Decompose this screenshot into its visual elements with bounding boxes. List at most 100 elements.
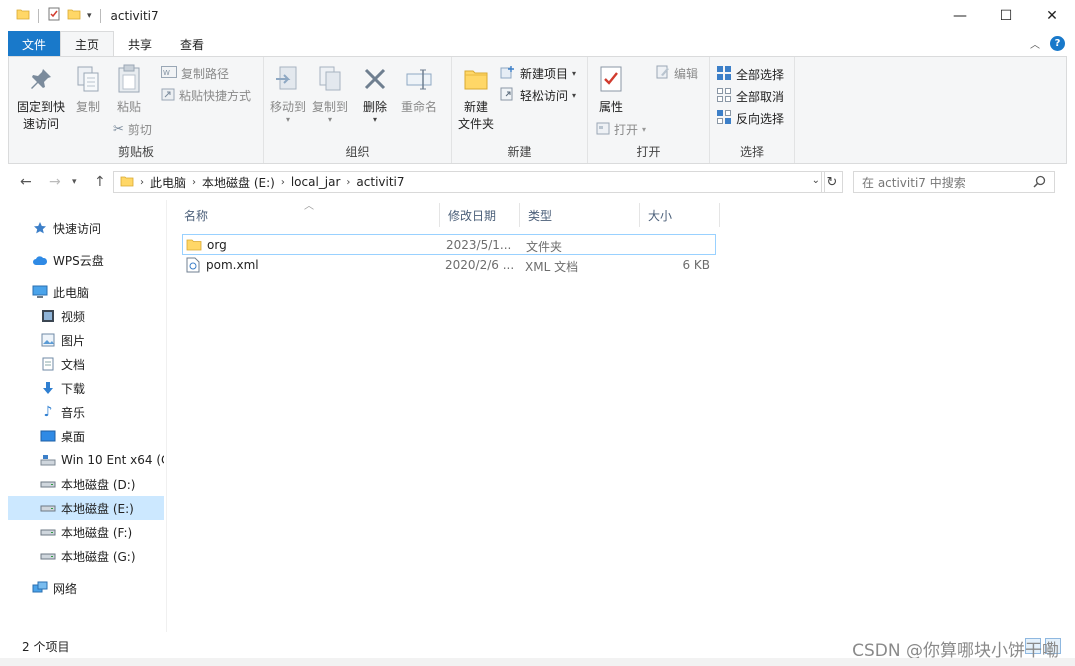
tab-view[interactable]: 查看 xyxy=(166,31,218,57)
help-icon[interactable]: ? xyxy=(1050,36,1065,51)
cut-button[interactable]: ✂ 剪切 xyxy=(113,121,152,138)
easy-access-button[interactable]: 轻松访问 ▾ xyxy=(500,87,576,104)
new-item-button[interactable]: 新建项目 ▾ xyxy=(500,65,576,82)
system-drive-icon xyxy=(40,452,56,468)
copy-to-icon xyxy=(314,63,346,95)
invert-selection-button[interactable]: 反向选择 xyxy=(716,109,784,128)
copy-path-button[interactable]: W 复制路径 xyxy=(161,65,229,82)
copy-path-icon: W xyxy=(161,66,177,81)
paste-shortcut-button[interactable]: 粘贴快捷方式 xyxy=(161,87,251,104)
move-to-icon xyxy=(272,63,304,95)
cloud-icon xyxy=(32,252,48,268)
select-all-button[interactable]: 全部选择 xyxy=(716,65,784,84)
star-icon xyxy=(32,220,48,236)
nav-music[interactable]: ♪ 音乐 xyxy=(8,400,164,424)
easy-access-icon xyxy=(500,87,516,104)
nav-drive-d[interactable]: 本地磁盘 (D:) xyxy=(8,472,164,496)
file-row-org[interactable]: org 2023/5/1... 文件夹 xyxy=(182,234,716,255)
column-name[interactable]: 名称 xyxy=(176,203,440,227)
nav-drive-f[interactable]: 本地磁盘 (F:) xyxy=(8,520,164,544)
nav-videos[interactable]: 视频 xyxy=(8,304,164,328)
select-none-button[interactable]: 全部取消 xyxy=(716,87,784,106)
picture-icon xyxy=(40,332,56,348)
qat-dropdown-icon[interactable]: ▾ xyxy=(87,11,92,21)
window-title: activiti7 xyxy=(110,8,159,23)
nav-drive-g[interactable]: 本地磁盘 (G:) xyxy=(8,544,164,568)
music-icon: ♪ xyxy=(43,404,53,420)
open-group-label: 打开 xyxy=(636,145,661,159)
search-box[interactable]: 在 activiti7 中搜索 xyxy=(853,171,1055,193)
new-group: 新建 文件夹 新建项目 ▾ 轻松访问 ▾ 新建 xyxy=(452,57,588,163)
move-to-button[interactable]: 移动到 ▾ xyxy=(268,63,308,124)
nav-downloads[interactable]: 下载 xyxy=(8,376,164,400)
minimize-button[interactable]: — xyxy=(937,0,983,31)
nav-this-pc[interactable]: 此电脑 xyxy=(8,280,164,304)
open-group: 属性 打开 ▾ 编辑 打开 xyxy=(588,57,710,163)
nav-wps-cloud[interactable]: WPS云盘 xyxy=(8,248,164,272)
back-arrow-icon[interactable]: ← xyxy=(20,174,32,190)
tab-share[interactable]: 共享 xyxy=(114,31,166,57)
nav-pictures[interactable]: 图片 xyxy=(8,328,164,352)
rename-icon xyxy=(403,63,435,95)
file-type: 文件夹 xyxy=(526,240,563,254)
copy-to-button[interactable]: 复制到 ▾ xyxy=(310,63,350,124)
delete-button[interactable]: 删除 ▾ xyxy=(358,63,392,124)
new-folder-button[interactable]: 新建 文件夹 xyxy=(454,63,498,133)
new-folder-qat-icon[interactable] xyxy=(67,7,81,24)
tab-home[interactable]: 主页 xyxy=(60,31,115,57)
edit-button[interactable]: 编辑 xyxy=(656,65,698,82)
search-input[interactable]: 在 activiti7 中搜索 xyxy=(862,174,966,191)
column-date[interactable]: 修改日期 xyxy=(440,203,520,227)
drive-icon xyxy=(40,476,56,492)
properties-qat-icon[interactable] xyxy=(47,7,61,24)
breadcrumb-activiti7[interactable]: activiti7 xyxy=(356,175,404,189)
file-type: XML 文档 xyxy=(525,260,579,274)
copy-icon xyxy=(72,63,104,95)
file-row-pom-xml[interactable]: pom.xml 2020/2/6 ... XML 文档 6 KB xyxy=(182,255,716,276)
file-name: pom.xml xyxy=(206,258,259,272)
edit-icon xyxy=(656,65,670,82)
navigation-bar: ← → ▾ ↑ › 此电脑 › 本地磁盘 (E:) › local_jar › … xyxy=(0,168,1075,198)
scissors-icon: ✂ xyxy=(113,122,124,137)
collapse-ribbon-icon[interactable]: ︿ xyxy=(1030,36,1040,51)
nav-quick-access[interactable]: 快速访问 xyxy=(8,216,164,240)
nav-network[interactable]: 网络 xyxy=(8,576,164,600)
rename-button[interactable]: 重命名 xyxy=(398,63,440,116)
nav-drive-e[interactable]: 本地磁盘 (E:) xyxy=(8,496,164,520)
paste-button[interactable]: 粘贴 xyxy=(109,63,149,116)
open-button[interactable]: 打开 ▾ xyxy=(596,121,646,138)
select-all-icon xyxy=(716,65,732,84)
forward-arrow-icon[interactable]: → xyxy=(49,174,61,190)
maximize-button[interactable]: ☐ xyxy=(983,0,1029,31)
organize-group: 移动到 ▾ 复制到 ▾ 删除 ▾ 重命名 组织 xyxy=(264,57,452,163)
pin-icon xyxy=(25,63,57,95)
close-button[interactable]: ✕ xyxy=(1029,0,1075,31)
breadcrumb-drive-e[interactable]: 本地磁盘 (E:) xyxy=(202,174,275,191)
network-icon xyxy=(32,580,48,596)
tab-file[interactable]: 文件 xyxy=(8,31,61,57)
desktop-icon xyxy=(40,428,56,444)
up-arrow-icon[interactable]: ↑ xyxy=(94,174,106,190)
breadcrumb-this-pc[interactable]: 此电脑 xyxy=(150,174,186,191)
invert-selection-icon xyxy=(716,109,732,128)
address-bar[interactable]: › 此电脑 › 本地磁盘 (E:) › local_jar › activiti… xyxy=(113,171,825,193)
address-folder-icon xyxy=(120,174,134,191)
select-group-label: 选择 xyxy=(739,145,764,159)
quick-access-toolbar: ▾ xyxy=(0,7,103,24)
pin-quick-access-button[interactable]: 固定到快 速访问 xyxy=(13,63,69,133)
ribbon: 固定到快 速访问 复制 粘贴 W 复制路径 粘贴快捷方式 ✂ 剪切 剪贴板 移动… xyxy=(8,56,1067,164)
column-type[interactable]: 类型 xyxy=(520,203,640,227)
copy-button[interactable]: 复制 xyxy=(69,63,107,116)
breadcrumb-local-jar[interactable]: local_jar xyxy=(291,175,341,189)
column-size[interactable]: 大小 xyxy=(640,203,720,227)
select-group: 全部选择 全部取消 反向选择 选择 xyxy=(710,57,795,163)
recent-locations-icon[interactable]: ▾ xyxy=(72,177,77,187)
address-dropdown-icon[interactable]: ⌄ xyxy=(812,175,820,186)
open-icon xyxy=(596,121,610,138)
properties-button[interactable]: 属性 xyxy=(592,63,630,116)
nav-drive-c[interactable]: Win 10 Ent x64 (C xyxy=(8,448,164,472)
nav-desktop[interactable]: 桌面 xyxy=(8,424,164,448)
pane-divider[interactable] xyxy=(166,200,167,632)
refresh-button[interactable]: ↻ xyxy=(821,171,843,193)
nav-documents[interactable]: 文档 xyxy=(8,352,164,376)
